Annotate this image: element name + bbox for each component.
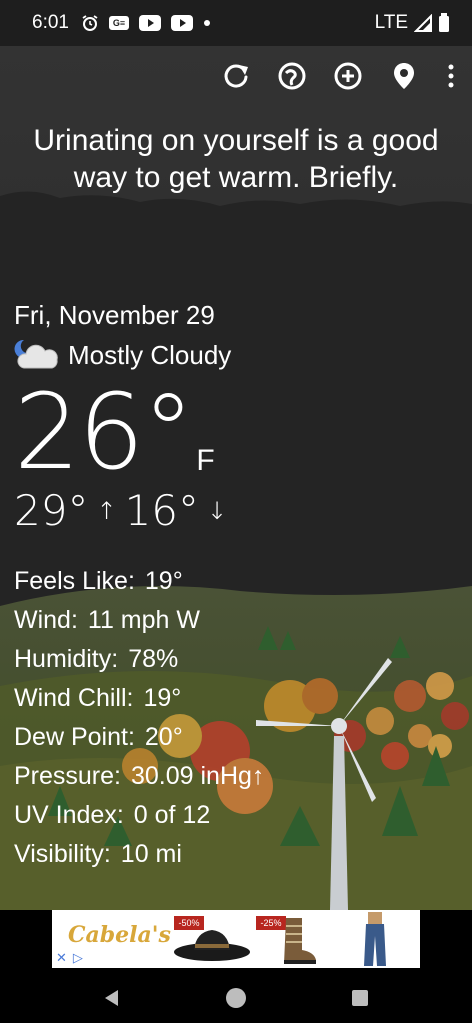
signal-icon xyxy=(414,14,432,32)
detail-label: Humidity: xyxy=(14,645,119,673)
detail-label: Pressure: xyxy=(14,762,121,790)
ad-choices-icon[interactable]: ▷ xyxy=(73,950,83,966)
condition-row: Mostly Cloudy xyxy=(14,338,231,372)
youtube-icon-2 xyxy=(170,15,193,31)
current-weather: Fri, November 29 Mostly Cloudy 26° F 29°… xyxy=(14,298,231,536)
status-system-icons: LTE xyxy=(375,12,450,34)
detail-value: 78% xyxy=(128,645,179,673)
arrow-down-icon: ↓ xyxy=(207,497,228,525)
detail-visibility: Visibility: 10 mi xyxy=(14,835,264,874)
add-location-button[interactable] xyxy=(332,60,364,92)
more-options-icon[interactable] xyxy=(444,60,458,92)
detail-label: Wind: xyxy=(14,606,78,634)
low-temperature: 16° xyxy=(124,486,200,535)
home-icon[interactable] xyxy=(224,986,248,1010)
network-label: LTE xyxy=(374,12,408,33)
detail-value: 11 mph W xyxy=(87,606,200,634)
status-time: 6:01 xyxy=(32,12,69,33)
dot-icon xyxy=(203,19,211,27)
app-screen: 6:01 G≡ LTE Urinating on yourself is a g… xyxy=(0,0,472,1023)
temperature-row: 26° F xyxy=(14,372,231,484)
jeans-icon xyxy=(360,912,390,968)
refresh-icon[interactable] xyxy=(220,60,252,92)
status-notification-icons: G≡ xyxy=(81,14,211,32)
location-icon[interactable] xyxy=(388,60,420,92)
detail-feels-like: Feels Like: 19° xyxy=(14,562,264,601)
detail-label: UV Index: xyxy=(14,801,124,829)
alarm-icon xyxy=(81,14,99,32)
condition-text: Mostly Cloudy xyxy=(68,339,232,370)
weather-details: Feels Like: 19° Wind: 11 mph W Humidity:… xyxy=(14,562,264,874)
youtube-icon xyxy=(138,15,161,31)
radar-icon[interactable] xyxy=(276,60,308,92)
detail-dew-point: Dew Point: 20° xyxy=(14,718,264,757)
high-low: 29° ↑ 16° ↓ xyxy=(14,486,231,536)
boot-icon xyxy=(278,916,318,968)
arrow-up-icon: ↑ xyxy=(96,497,117,525)
detail-uv-index: UV Index: 0 of 12 xyxy=(14,796,264,835)
ad-brand: Cabela's xyxy=(68,922,171,948)
detail-label: Feels Like: xyxy=(14,567,135,595)
detail-wind-chill: Wind Chill: 19° xyxy=(14,679,264,718)
ad-close-icon[interactable]: ✕ xyxy=(56,950,67,966)
detail-label: Dew Point: xyxy=(14,723,135,751)
ad-banner[interactable]: Cabela's -50% -25% ✕ ▷ xyxy=(52,910,420,968)
news-icon: G≡ xyxy=(108,16,129,30)
ad-controls: ✕ ▷ xyxy=(56,950,83,966)
add-icon xyxy=(334,62,362,90)
partly-cloudy-night-icon xyxy=(14,338,60,372)
detail-value: 20° xyxy=(144,723,183,751)
temperature-unit: F xyxy=(196,444,215,477)
detail-wind: Wind: 11 mph W xyxy=(14,601,264,640)
detail-label: Visibility: xyxy=(14,840,111,868)
detail-humidity: Humidity: 78% xyxy=(14,640,264,679)
toolbar xyxy=(220,60,458,92)
high-temperature: 29° xyxy=(14,486,89,535)
detail-value: 19° xyxy=(143,684,182,712)
hat-icon xyxy=(172,924,254,968)
status-bar: 6:01 G≡ LTE xyxy=(0,0,472,46)
weather-quote: Urinating on yourself is a good way to g… xyxy=(33,124,439,194)
detail-value: 0 of 12 xyxy=(133,801,211,829)
back-icon[interactable] xyxy=(100,986,124,1010)
current-date: Fri, November 29 xyxy=(14,300,215,330)
battery-icon xyxy=(438,13,450,33)
current-temperature: 26° xyxy=(14,371,194,493)
ad-area: Cabela's -50% -25% ✕ ▷ xyxy=(0,910,472,972)
navigation-bar xyxy=(0,972,472,1023)
detail-label: Wind Chill: xyxy=(14,684,134,712)
detail-value: 10 mi xyxy=(120,840,182,868)
recents-icon[interactable] xyxy=(348,986,372,1010)
detail-pressure: Pressure: 30.09 inHg↑ xyxy=(14,757,264,796)
detail-value: 19° xyxy=(144,567,183,595)
detail-value: 30.09 inHg↑ xyxy=(130,762,265,790)
